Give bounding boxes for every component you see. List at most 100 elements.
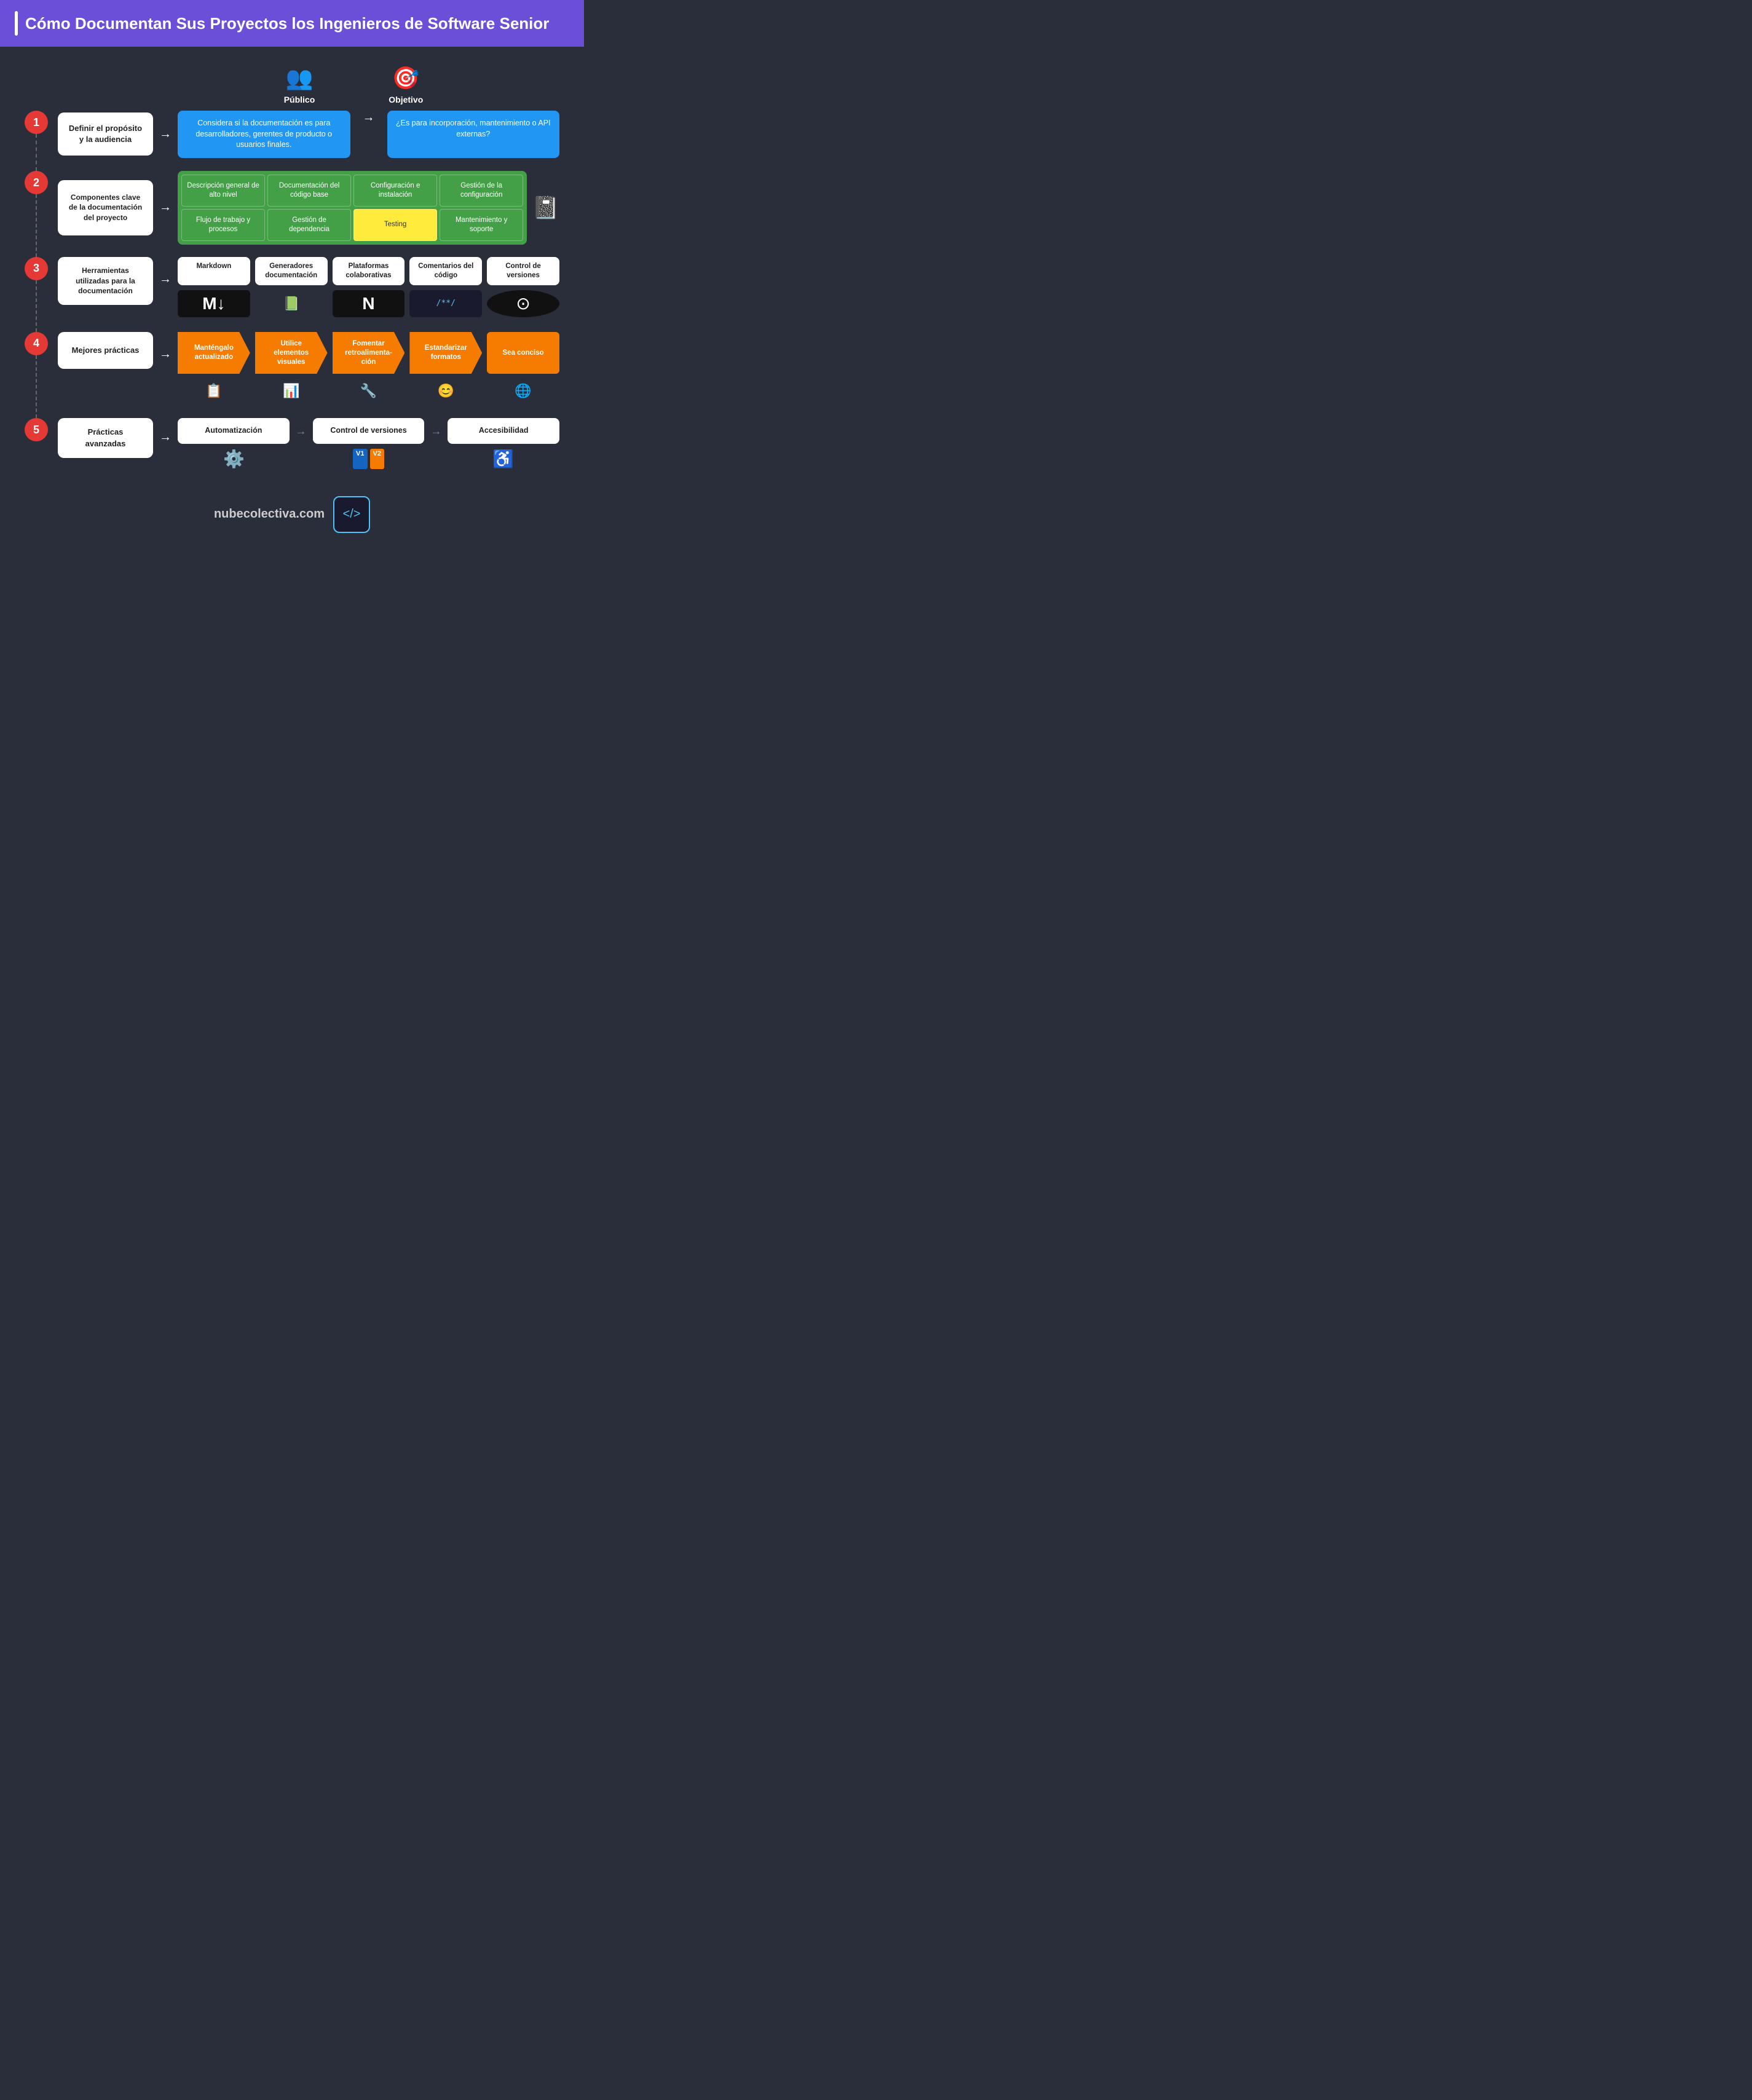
adv-icon-3: ♿: [447, 449, 559, 469]
step3-row: Herramientas utilizadas para la document…: [48, 257, 559, 317]
adv-spacer-1: [295, 449, 307, 469]
pentagon-row: Manténgalo actualizado Utilice elementos…: [178, 332, 559, 374]
tool-box-collab: Plataformas colaborativas: [333, 257, 405, 285]
publico-label: Público: [284, 95, 315, 105]
practice-icon-5: 🌐: [487, 379, 559, 403]
footer-logo-text: </>: [343, 507, 361, 521]
step2-left-col: 2: [25, 171, 48, 257]
code-comment-icon: /**/: [409, 290, 482, 317]
step2-container: 2 Componentes clave de la documentación …: [25, 171, 559, 257]
step4-left-col: 4: [25, 332, 48, 419]
step2-content-area: Componentes clave de la documentación de…: [48, 171, 559, 257]
objetivo-icon-item: 🎯 Objetivo: [389, 65, 423, 105]
step1-row: Definir el propósito y la audiencia → Co…: [48, 111, 559, 158]
step1-blue-box-1: Considera si la documentación es para de…: [178, 111, 350, 158]
step3-left-col: 3: [25, 257, 48, 332]
step4-number: 4: [25, 332, 48, 355]
step4-row: Mejores prácticas → Manténgalo actualiza…: [48, 332, 559, 404]
practice-icon-2: 📊: [255, 379, 328, 403]
step1-content-area: Definir el propósito y la audiencia → Co…: [48, 111, 559, 171]
pentagon-5: Sea conciso: [487, 332, 559, 374]
tools-icons-row: M↓ 📗 N /**/ ⊙: [178, 290, 559, 317]
practice-icon-3: 🔧: [333, 379, 405, 403]
top-icons-row: 👥 Público 🎯 Objetivo: [148, 65, 559, 105]
step1-blue-box-2: ¿Es para incorporación, mantenimiento o …: [387, 111, 560, 158]
tool-box-versions: Control de versiones: [487, 257, 559, 285]
step4-container: 4 Mejores prácticas → Manténgalo actuali…: [25, 332, 559, 419]
adv-box-3: Accesibilidad: [448, 418, 559, 444]
page-wrapper: Cómo Documentan Sus Proyectos los Ingeni…: [0, 0, 584, 558]
pentagon-3: Fomentar retroalimenta-ción: [333, 332, 405, 374]
publico-icon-item: 👥 Público: [284, 65, 315, 105]
green-cell-3: Configuración e instalación: [353, 175, 437, 207]
step4-arrow: →: [159, 347, 172, 361]
practice-icon-4: 😊: [409, 379, 482, 403]
step4-practices: Manténgalo actualizado Utilice elementos…: [178, 332, 559, 404]
step3-connector: [36, 280, 37, 332]
adv-spacer-2: [430, 449, 442, 469]
step3-number: 3: [25, 257, 48, 280]
pentagon-1: Manténgalo actualizado: [178, 332, 250, 374]
step2-content: Descripción general de alto nivel Docume…: [178, 171, 559, 245]
step5-container: 5 Prácticas avanzadas → Automatización →…: [25, 418, 559, 481]
footer: nubecolectiva.com </>: [25, 481, 559, 545]
step5-advanced: Automatización → Control de versiones → …: [178, 418, 559, 469]
publico-icon: 👥: [286, 65, 314, 91]
markdown-icon: M↓: [178, 290, 250, 317]
step3-container: 3 Herramientas utilizadas para la docume…: [25, 257, 559, 332]
pentagon-4: Estandarizar formatos: [409, 332, 482, 374]
green-cell-7: Testing: [353, 209, 437, 241]
gen-doc-icon: 📗: [255, 290, 328, 317]
footer-logo: </>: [333, 496, 370, 533]
advanced-row: Automatización → Control de versiones → …: [178, 418, 559, 444]
step2-row: Componentes clave de la documentación de…: [48, 171, 559, 245]
step1-connector: [36, 134, 37, 171]
step2-arrow: →: [159, 200, 172, 215]
step4-connector: [36, 355, 37, 419]
step1-blue-boxes: Considera si la documentación es para de…: [178, 111, 559, 158]
step1-number: 1: [25, 111, 48, 134]
step4-content-area: Mejores prácticas → Manténgalo actualiza…: [48, 332, 559, 419]
step5-box: Prácticas avanzadas: [58, 418, 153, 457]
step5-row: Prácticas avanzadas → Automatización → C…: [48, 418, 559, 469]
footer-url: nubecolectiva.com: [214, 507, 325, 521]
step2-number: 2: [25, 171, 48, 194]
objetivo-label: Objetivo: [389, 95, 423, 105]
tool-box-gen: Generadores documentación: [255, 257, 328, 285]
step4-box: Mejores prácticas: [58, 332, 153, 369]
green-cell-2: Documentación del código base: [267, 175, 351, 207]
adv-arrow-2: →: [430, 418, 441, 444]
step2-box: Componentes clave de la documentación de…: [58, 180, 153, 235]
step5-left-col: 5: [25, 418, 48, 481]
step1-arrow: →: [159, 127, 172, 141]
step2-connector: [36, 194, 37, 257]
adv-box-1: Automatización: [178, 418, 290, 444]
green-grid: Descripción general de alto nivel Docume…: [178, 171, 527, 245]
step1-container: 1 Definir el propósito y la audiencia → …: [25, 111, 559, 171]
green-cell-8: Mantenimiento y soporte: [440, 209, 523, 241]
main-content: 👥 Público 🎯 Objetivo 1 Definir el propós…: [0, 47, 584, 558]
green-cell-6: Gestión de dependencia: [267, 209, 351, 241]
header-accent-bar: [15, 11, 18, 36]
notion-icon: N: [333, 290, 405, 317]
tool-box-markdown: Markdown: [178, 257, 250, 285]
green-cell-4: Gestión de la configuración: [440, 175, 523, 207]
green-cell-1: Descripción general de alto nivel: [181, 175, 265, 207]
adv-icon-1: ⚙️: [178, 449, 290, 469]
step3-box: Herramientas utilizadas para la document…: [58, 257, 153, 305]
green-cell-5: Flujo de trabajo y procesos: [181, 209, 265, 241]
practices-icons-row: 📋 📊 🔧 😊 🌐: [178, 379, 559, 403]
flow-diagram: 1 Definir el propósito y la audiencia → …: [25, 111, 559, 481]
adv-icon-2: V1 V2: [312, 449, 425, 469]
step3-content-area: Herramientas utilizadas para la document…: [48, 257, 559, 332]
step1-left-col: 1: [25, 111, 48, 171]
step1-box: Definir el propósito y la audiencia: [58, 112, 153, 156]
step3-tools: Markdown Generadores documentación Plata…: [178, 257, 559, 317]
step5-content-area: Prácticas avanzadas → Automatización → C…: [48, 418, 559, 481]
adv-box-2: Control de versiones: [313, 418, 425, 444]
page-title: Cómo Documentan Sus Proyectos los Ingeni…: [25, 14, 549, 33]
github-icon: ⊙: [487, 290, 559, 317]
tools-boxes: Markdown Generadores documentación Plata…: [178, 257, 559, 285]
tool-box-comments: Comentarios del código: [409, 257, 482, 285]
practice-icon-1: 📋: [178, 379, 250, 403]
